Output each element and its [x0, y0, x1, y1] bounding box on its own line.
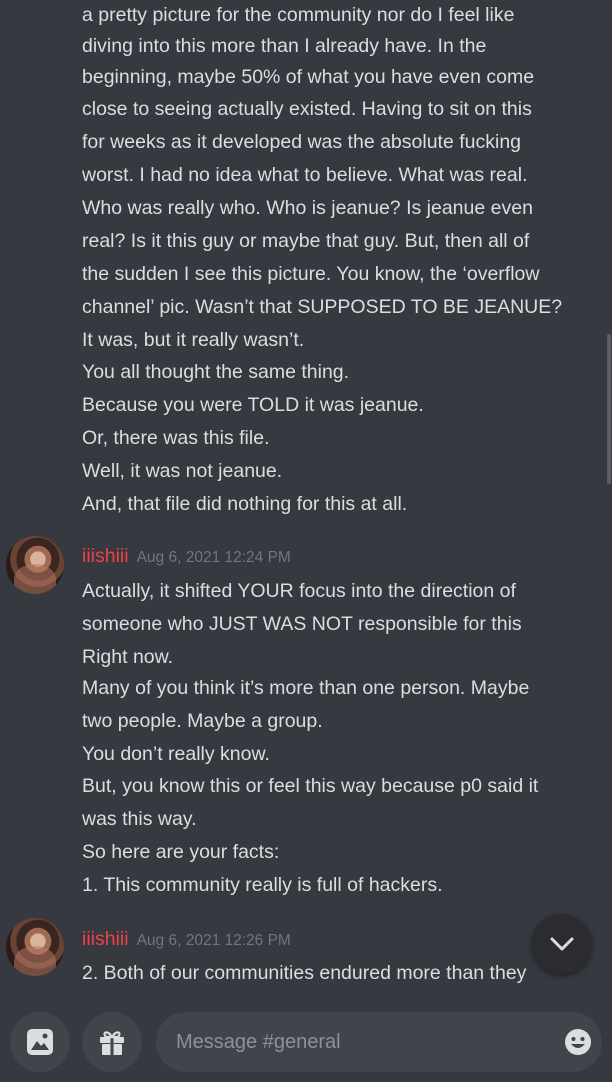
message-line: a pretty picture for the community nor d… — [82, 4, 515, 26]
emoji-icon — [565, 1029, 591, 1055]
message-list[interactable]: a pretty picture for the community nor d… — [0, 0, 612, 1012]
image-icon — [27, 1029, 53, 1055]
message-line: You don’t really know. — [82, 743, 270, 765]
message-line: But, you know this or feel this way beca… — [82, 775, 539, 797]
message-line: diving into this more than I already hav… — [82, 35, 487, 57]
message-input[interactable] — [176, 1012, 536, 1072]
message-line: for weeks as it developed was the absolu… — [82, 131, 522, 153]
message-line: Many of you think it’s more than one per… — [82, 677, 530, 699]
message-header: iiishiii Aug 6, 2021 12:24 PM — [82, 540, 291, 572]
message-line: You all thought the same thing. — [82, 361, 350, 383]
message-line: Actually, it shifted YOUR focus into the… — [82, 580, 516, 602]
timestamp: Aug 6, 2021 12:24 PM — [136, 549, 291, 566]
attach-image-button[interactable] — [10, 1012, 70, 1072]
message-line: 1. This community really is full of hack… — [82, 874, 443, 896]
message-line: worst. I had no idea what to believe. Wh… — [82, 164, 528, 186]
username[interactable]: iiishiii — [82, 928, 129, 950]
avatar[interactable] — [6, 536, 64, 594]
message-line: Who was really who. Who is jeanue? Is je… — [82, 197, 533, 219]
message-line: Well, it was not jeanue. — [82, 460, 283, 482]
username[interactable]: iiishiii — [82, 545, 129, 567]
message-line: Or, there was this file. — [82, 427, 270, 449]
message-line: the sudden I see this picture. You know,… — [82, 263, 540, 285]
scrollbar[interactable] — [607, 334, 611, 484]
message-input-container — [156, 1012, 602, 1072]
scroll-to-bottom-button[interactable] — [532, 914, 592, 974]
message-line: someone who JUST WAS NOT responsible for… — [82, 613, 522, 635]
avatar[interactable] — [6, 918, 64, 976]
message-line: channel’ pic. Wasn’t that SUPPOSED TO BE… — [82, 296, 563, 318]
chevron-down-icon — [550, 937, 574, 951]
message-line: So here are your facts: — [82, 841, 280, 863]
message-line: Because you were TOLD it was jeanue. — [82, 394, 424, 416]
message-line: was this way. — [82, 808, 197, 830]
message-header: iiishiii Aug 6, 2021 12:26 PM — [82, 923, 291, 955]
message-line: two people. Maybe a group. — [82, 710, 323, 732]
message-line: real? Is it this guy or maybe that guy. … — [82, 230, 530, 252]
message-line: It was, but it really wasn’t. — [82, 329, 305, 351]
message-line: Right now. — [82, 646, 174, 668]
message-line: beginning, maybe 50% of what you have ev… — [82, 66, 535, 88]
message-line: And, that file did nothing for this at a… — [82, 493, 408, 515]
message-line: close to seeing actually existed. Having… — [82, 98, 532, 120]
timestamp: Aug 6, 2021 12:26 PM — [136, 932, 291, 949]
gift-button[interactable] — [82, 1012, 142, 1072]
emoji-button[interactable] — [560, 1024, 596, 1060]
gift-icon — [100, 1031, 124, 1055]
